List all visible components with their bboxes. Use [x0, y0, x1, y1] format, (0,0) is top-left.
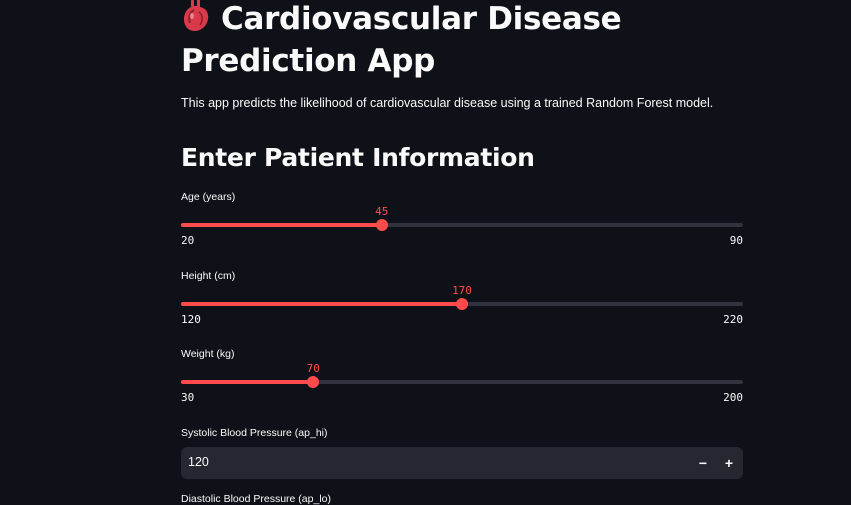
height-slider-track[interactable]: 170 [181, 284, 743, 310]
weight-slider-track[interactable]: 70 [181, 362, 743, 388]
weight-slider-min: 30 [181, 391, 195, 404]
anatomical-heart-icon [184, 0, 209, 31]
systolic-input[interactable]: 120 − + [181, 447, 743, 479]
app-description: This app predicts the likelihood of card… [181, 96, 714, 110]
age-slider-max: 90 [729, 234, 743, 247]
height-slider-thumb[interactable] [456, 298, 468, 310]
height-slider-max: 220 [723, 313, 743, 326]
increment-button[interactable]: + [717, 451, 741, 475]
diastolic-label: Diastolic Blood Pressure (ap_lo) [181, 493, 331, 505]
age-slider[interactable]: Age (years) 45 20 90 [181, 191, 743, 251]
height-slider-min: 120 [181, 313, 201, 326]
age-slider-value: 45 [375, 205, 389, 218]
systolic-value[interactable]: 120 [188, 455, 209, 469]
weight-slider-label: Weight (kg) [181, 348, 235, 360]
title-line-1: Cardiovascular Disease [221, 1, 622, 37]
age-slider-thumb[interactable] [375, 219, 388, 231]
age-slider-fill [181, 223, 382, 227]
title-line-2: Prediction App [181, 43, 436, 79]
age-slider-label: Age (years) [181, 191, 236, 203]
systolic-label: Systolic Blood Pressure (ap_hi) [181, 427, 328, 439]
height-slider-fill [181, 302, 462, 306]
weight-slider-value: 70 [306, 362, 320, 375]
height-slider-label: Height (cm) [181, 270, 236, 282]
weight-slider[interactable]: Weight (kg) 70 30 200 [181, 348, 743, 408]
section-title: Enter Patient Information [181, 143, 535, 172]
age-slider-min: 20 [181, 234, 195, 247]
page-title: Cardiovascular Disease Prediction App [181, 0, 741, 82]
age-slider-track[interactable]: 45 [181, 205, 743, 231]
height-slider[interactable]: Height (cm) 170 120 220 [181, 270, 743, 330]
height-slider-value: 170 [452, 284, 472, 297]
weight-slider-thumb[interactable] [307, 376, 320, 388]
decrement-button[interactable]: − [691, 451, 715, 475]
weight-slider-fill [181, 380, 314, 384]
weight-slider-max: 200 [723, 391, 743, 404]
